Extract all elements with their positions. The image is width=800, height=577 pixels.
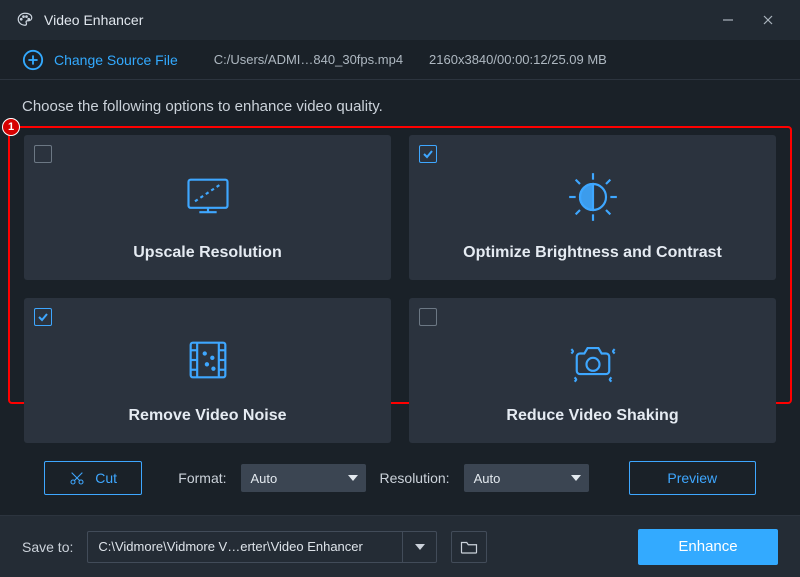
checkbox-shaking[interactable]: [419, 308, 437, 326]
resolution-select[interactable]: Auto: [464, 464, 589, 492]
option-label: Reduce Video Shaking: [506, 407, 678, 425]
open-folder-button[interactable]: [451, 531, 487, 563]
cut-button[interactable]: Cut: [44, 461, 142, 495]
close-button[interactable]: [748, 0, 788, 40]
source-file-meta: 2160x3840/00:00:12/25.09 MB: [429, 52, 607, 67]
checkbox-noise[interactable]: [34, 308, 52, 326]
source-file-path: C:/Users/ADMI…840_30fps.mp4: [214, 52, 403, 67]
brightness-icon: [567, 171, 619, 226]
option-reduce-shaking[interactable]: Reduce Video Shaking: [409, 298, 776, 443]
enhance-button[interactable]: Enhance: [638, 529, 778, 565]
enhance-options-grid: Upscale Resolution Optimize Brightness a…: [22, 125, 778, 453]
option-label: Optimize Brightness and Contrast: [463, 244, 722, 262]
monitor-upscale-icon: [182, 171, 234, 226]
app-palette-icon: [16, 11, 34, 29]
format-resolution-group: Format: Auto Resolution: Auto: [170, 460, 596, 496]
change-source-label: Change Source File: [54, 52, 178, 68]
option-remove-noise[interactable]: Remove Video Noise: [24, 298, 391, 443]
instruction-text: Choose the following options to enhance …: [22, 98, 778, 115]
annotation-dot-1: 1: [2, 118, 20, 136]
titlebar: Video Enhancer: [0, 0, 800, 40]
option-label: Upscale Resolution: [133, 244, 281, 262]
minimize-button[interactable]: [708, 0, 748, 40]
format-value: Auto: [251, 471, 278, 486]
enhance-label: Enhance: [678, 538, 737, 555]
cut-label: Cut: [95, 470, 117, 486]
resolution-value: Auto: [474, 471, 501, 486]
format-label: Format:: [178, 470, 226, 486]
save-path-dropdown[interactable]: [402, 532, 436, 562]
save-path-box: C:\Vidmore\Vidmore V…erter\Video Enhance…: [87, 531, 437, 563]
actions-row: Cut 2 Format: Auto Resolution: Auto 3 Pr…: [22, 453, 778, 503]
option-brightness-contrast[interactable]: Optimize Brightness and Contrast: [409, 135, 776, 280]
main-area: Choose the following options to enhance …: [0, 80, 800, 515]
save-to-label: Save to:: [22, 539, 73, 555]
save-path-text[interactable]: C:\Vidmore\Vidmore V…erter\Video Enhance…: [88, 532, 402, 562]
option-label: Remove Video Noise: [129, 407, 287, 425]
source-bar: Change Source File C:/Users/ADMI…840_30f…: [0, 40, 800, 80]
bottom-bar: Save to: C:\Vidmore\Vidmore V…erter\Vide…: [0, 515, 800, 577]
checkbox-upscale[interactable]: [34, 145, 52, 163]
resolution-label: Resolution:: [380, 470, 450, 486]
checkbox-brightness[interactable]: [419, 145, 437, 163]
preview-button[interactable]: Preview: [629, 461, 756, 495]
preview-label: Preview: [667, 470, 717, 486]
camera-shake-icon: [567, 334, 619, 389]
change-source-button[interactable]: Change Source File: [22, 49, 178, 71]
option-upscale-resolution[interactable]: Upscale Resolution: [24, 135, 391, 280]
format-select[interactable]: Auto: [241, 464, 366, 492]
film-noise-icon: [182, 334, 234, 389]
window-title: Video Enhancer: [44, 12, 143, 28]
